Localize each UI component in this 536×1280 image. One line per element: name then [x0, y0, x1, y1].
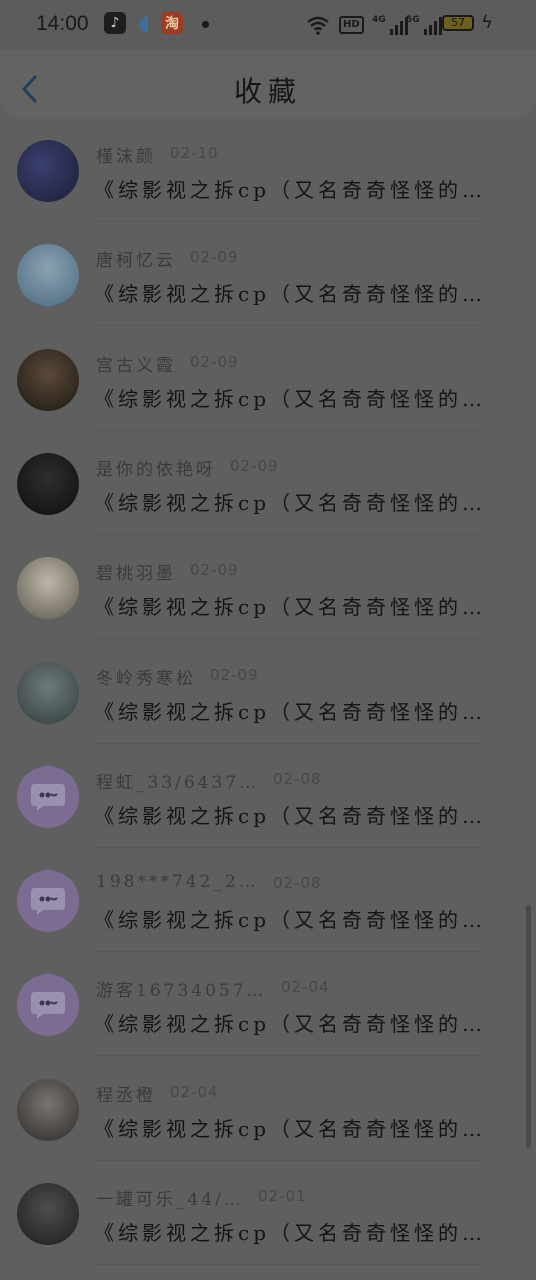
author-name: 碧桃羽墨 — [96, 564, 176, 585]
qq-icon: ◖ — [138, 10, 150, 36]
notification-dot-icon — [202, 21, 209, 28]
status-time: 14:00 — [36, 12, 89, 35]
avatar[interactable] — [17, 1078, 79, 1141]
avatar[interactable] — [17, 244, 79, 307]
list-item[interactable]: 程丞橙 02-04 《综影视之拆cp（又名奇奇怪怪的… — [0, 1057, 536, 1161]
author-name: 宫古义霞 — [96, 355, 176, 376]
avatar[interactable] — [17, 765, 79, 828]
avatar[interactable] — [17, 140, 79, 202]
work-title[interactable]: 《综影视之拆cp（又名奇奇怪怪的… — [94, 487, 514, 516]
list-item[interactable]: 游客16734057… 02-04 《综影视之拆cp（又名奇奇怪怪的… — [0, 952, 536, 1057]
favorite-date: 02-09 — [190, 352, 239, 371]
favorite-date: 02-08 — [273, 769, 322, 788]
work-title[interactable]: 《综影视之拆cp（又名奇奇怪怪的… — [94, 1008, 514, 1037]
work-title[interactable]: 《综影视之拆cp（又名奇奇怪怪的… — [94, 174, 514, 203]
battery-icon: 57 — [442, 15, 474, 31]
list-item[interactable]: 槿沫颜 02-10 《综影视之拆cp（又名奇奇怪怪的… — [0, 118, 536, 222]
avatar[interactable] — [17, 870, 79, 933]
taobao-icon: 淘 — [161, 12, 183, 34]
signal-4g-icon: 4G — [372, 13, 408, 35]
net-4g-label: 4G — [372, 15, 386, 25]
default-avatar-icon — [17, 870, 79, 933]
avatar[interactable] — [17, 452, 79, 515]
author-name: 程虹_33/6437… — [96, 772, 260, 793]
list-item[interactable]: 198***742_2… 02-08 《综影视之拆cp（又名奇奇怪怪的… — [0, 848, 536, 953]
page-header: 收藏 — [0, 50, 536, 118]
list-item[interactable]: 是你的依艳呀 02-09 《综影视之拆cp（又名奇奇怪怪的… — [0, 431, 536, 535]
scrollbar[interactable] — [526, 905, 531, 1148]
author-name: 唐柯忆云 — [96, 251, 176, 272]
author-name: 是你的依艳呀 — [96, 459, 216, 480]
favorite-date: 02-08 — [273, 874, 322, 893]
list-item[interactable]: 程虹_33/6437… 02-08 《综影视之拆cp（又名奇奇怪怪的… — [0, 744, 536, 848]
list-item[interactable]: 宫古义霞 02-09 《综影视之拆cp（又名奇奇怪怪的… — [0, 327, 536, 431]
signal-5g-icon: 5G — [406, 13, 442, 35]
avatar[interactable] — [17, 348, 79, 411]
author-name: 槿沫颜 — [96, 147, 156, 167]
avatar[interactable] — [17, 974, 79, 1037]
work-title[interactable]: 《综影视之拆cp（又名奇奇怪怪的… — [94, 383, 514, 412]
list-item[interactable]: 碧桃羽墨 02-09 《综影视之拆cp（又名奇奇怪怪的… — [0, 535, 536, 640]
hd-badge: HD — [339, 16, 364, 34]
author-name: 一罐可乐_44/… — [96, 1190, 244, 1210]
author-name: 程丞橙 — [96, 1085, 156, 1106]
list-item[interactable]: 唐柯忆云 02-09 《综影视之拆cp（又名奇奇怪怪的… — [0, 222, 536, 327]
avatar[interactable] — [17, 1183, 79, 1245]
author-name: 游客16734057… — [96, 981, 267, 1002]
author-name: 198***742_2… — [96, 872, 259, 893]
work-title[interactable]: 《综影视之拆cp（又名奇奇怪怪的… — [94, 278, 514, 307]
favorite-date: 02-01 — [258, 1187, 307, 1205]
work-title[interactable]: 《综影视之拆cp（又名奇奇怪怪的… — [94, 696, 514, 725]
work-title[interactable]: 《综影视之拆cp（又名奇奇怪怪的… — [94, 904, 514, 933]
page-title: 收藏 — [233, 75, 302, 108]
favorite-date: 02-04 — [281, 978, 330, 997]
work-title[interactable]: 《综影视之拆cp（又名奇奇怪怪的… — [94, 800, 514, 829]
author-name: 冬岭秀寒松 — [96, 668, 196, 689]
default-avatar-icon — [17, 765, 79, 828]
work-title[interactable]: 《综影视之拆cp（又名奇奇怪怪的… — [94, 1113, 514, 1142]
favorite-date: 02-09 — [190, 248, 239, 267]
work-title[interactable]: 《综影视之拆cp（又名奇奇怪怪的… — [94, 1217, 514, 1246]
charging-icon: ϟ — [481, 12, 493, 33]
avatar[interactable] — [17, 661, 79, 724]
favorite-date: 02-09 — [210, 665, 259, 684]
tiktok-icon: ♪ — [104, 12, 126, 34]
wifi-icon — [306, 13, 330, 35]
status-bar: 14:00 ♪ ◖ 淘 HD 4G 5G 57 ϟ — [0, 0, 536, 50]
list-item[interactable]: 一罐可乐_44/… 02-01 《综影视之拆cp（又名奇奇怪怪的… — [0, 1161, 536, 1265]
favorite-date: 02-04 — [170, 1082, 219, 1101]
default-avatar-icon — [17, 974, 79, 1037]
favorite-date: 02-10 — [170, 144, 219, 162]
list-item[interactable]: 冬岭秀寒松 02-09 《综影视之拆cp（又名奇奇怪怪的… — [0, 640, 536, 744]
avatar[interactable] — [17, 557, 79, 620]
work-title[interactable]: 《综影视之拆cp（又名奇奇怪怪的… — [94, 591, 514, 620]
divider — [96, 1264, 484, 1265]
favorite-date: 02-09 — [190, 561, 239, 580]
net-5g-label: 5G — [406, 15, 420, 25]
favorite-date: 02-09 — [230, 456, 279, 475]
